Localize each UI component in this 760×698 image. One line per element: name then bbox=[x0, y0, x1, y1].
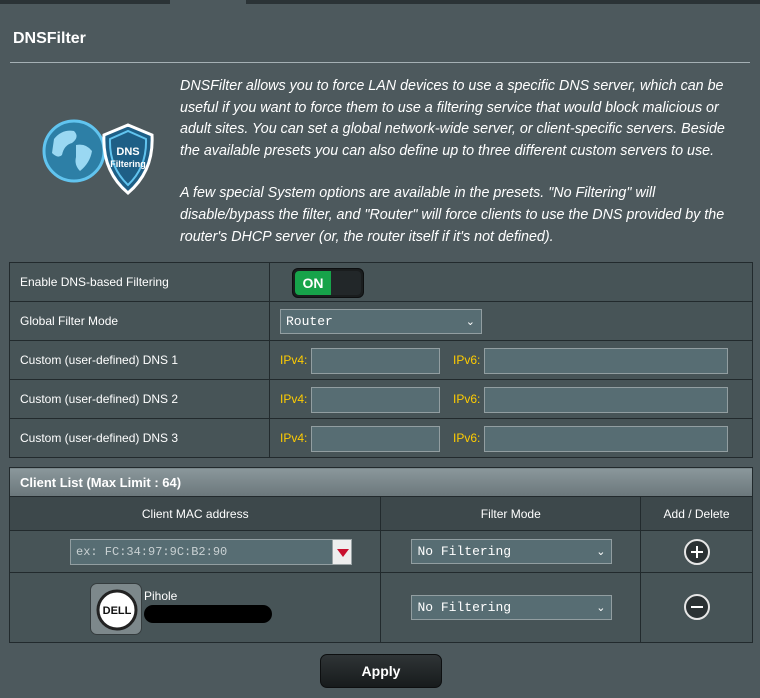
enable-filter-label: Enable DNS-based Filtering bbox=[9, 262, 270, 302]
dns2-ipv6-input[interactable] bbox=[484, 387, 728, 413]
top-tab-strip bbox=[0, 0, 760, 4]
minus-icon bbox=[691, 606, 704, 608]
client-list-table: Client List (Max Limit : 64) Client MAC … bbox=[8, 467, 753, 643]
settings-table: Enable DNS-based Filtering ON Global Fil… bbox=[9, 262, 753, 458]
global-mode-label: Global Filter Mode bbox=[9, 301, 270, 341]
redacted-mac bbox=[144, 605, 272, 623]
custom-dns-label: Custom (user-defined) DNS 1 bbox=[9, 340, 270, 380]
custom-dns-label: Custom (user-defined) DNS 2 bbox=[9, 379, 270, 419]
enable-filter-toggle[interactable]: ON bbox=[292, 268, 364, 298]
custom-dns-row: Custom (user-defined) DNS 2 IPv4: IPv6: bbox=[9, 379, 753, 419]
new-client-row: ex: FC:34:97:9C:B2:90 No Filtering ⌄ bbox=[8, 530, 753, 573]
new-client-filter-mode-select[interactable]: No Filtering ⌄ bbox=[411, 539, 613, 564]
device-icon: DELL bbox=[90, 583, 142, 635]
custom-dns-row: Custom (user-defined) DNS 1 IPv4: IPv6: bbox=[9, 340, 753, 380]
logo-text-dns: DNS bbox=[116, 146, 139, 158]
enable-filter-row: Enable DNS-based Filtering ON bbox=[9, 262, 753, 302]
toggle-on-label: ON bbox=[295, 271, 331, 295]
mac-dropdown-button[interactable] bbox=[332, 539, 352, 565]
title-divider bbox=[10, 62, 750, 63]
description-paragraph: A few special System options are availab… bbox=[180, 185, 725, 245]
mac-placeholder: ex: FC:34:97:9C:B2:90 bbox=[76, 545, 228, 559]
dns3-ipv6-input[interactable] bbox=[484, 426, 728, 452]
ipv6-label: IPv6: bbox=[453, 431, 481, 445]
filter-mode-value: No Filtering bbox=[417, 544, 512, 559]
dns1-ipv6-input[interactable] bbox=[484, 348, 728, 374]
active-tab-gap bbox=[170, 0, 246, 4]
column-header-filter-mode: Filter Mode bbox=[380, 496, 642, 531]
ipv4-label: IPv4: bbox=[280, 431, 308, 445]
page-title: DNSFilter bbox=[13, 30, 86, 47]
global-mode-row: Global Filter Mode Router ⌄ bbox=[9, 301, 753, 341]
dell-logo-icon: DELL bbox=[96, 589, 138, 631]
column-header-mac: Client MAC address bbox=[8, 496, 382, 531]
client-filter-mode-select[interactable]: No Filtering ⌄ bbox=[411, 595, 613, 620]
global-mode-select[interactable]: Router ⌄ bbox=[280, 309, 482, 334]
ipv6-label: IPv6: bbox=[453, 353, 481, 367]
custom-dns-label: Custom (user-defined) DNS 3 bbox=[9, 418, 270, 458]
page-description: DNSFilter allows you to force LAN device… bbox=[180, 76, 740, 248]
custom-dns-row: Custom (user-defined) DNS 3 IPv4: IPv6: bbox=[9, 418, 753, 458]
plus-icon bbox=[696, 546, 699, 558]
chevron-down-icon: ⌄ bbox=[596, 601, 606, 614]
logo-text-filtering: Filtering bbox=[110, 159, 146, 169]
client-list-header: Client List (Max Limit : 64) bbox=[9, 467, 753, 497]
dns3-ipv4-input[interactable] bbox=[311, 426, 440, 452]
filter-mode-value: No Filtering bbox=[417, 600, 512, 615]
dns1-ipv4-input[interactable] bbox=[311, 348, 440, 374]
apply-button[interactable]: Apply bbox=[320, 654, 442, 688]
global-mode-value: Router bbox=[286, 314, 333, 329]
dell-logo-text: DELL bbox=[103, 605, 132, 617]
add-client-button[interactable] bbox=[684, 539, 711, 565]
ipv6-label: IPv6: bbox=[453, 392, 481, 406]
toggle-knob bbox=[331, 271, 361, 295]
chevron-down-icon: ⌄ bbox=[465, 315, 475, 328]
chevron-down-icon: ⌄ bbox=[596, 545, 606, 558]
client-row: DELL Pihole No Filtering ⌄ bbox=[8, 572, 753, 643]
client-name: Pihole bbox=[144, 589, 178, 603]
description-paragraph: DNSFilter allows you to force LAN device… bbox=[180, 78, 725, 159]
delete-client-button[interactable] bbox=[684, 594, 711, 620]
mac-address-input[interactable]: ex: FC:34:97:9C:B2:90 bbox=[70, 539, 352, 565]
ipv4-label: IPv4: bbox=[280, 392, 308, 406]
dns2-ipv4-input[interactable] bbox=[311, 387, 440, 413]
column-header-add-delete: Add / Delete bbox=[640, 496, 753, 531]
ipv4-label: IPv4: bbox=[280, 353, 308, 367]
dnsfilter-logo-icon: DNS Filtering bbox=[42, 119, 154, 195]
